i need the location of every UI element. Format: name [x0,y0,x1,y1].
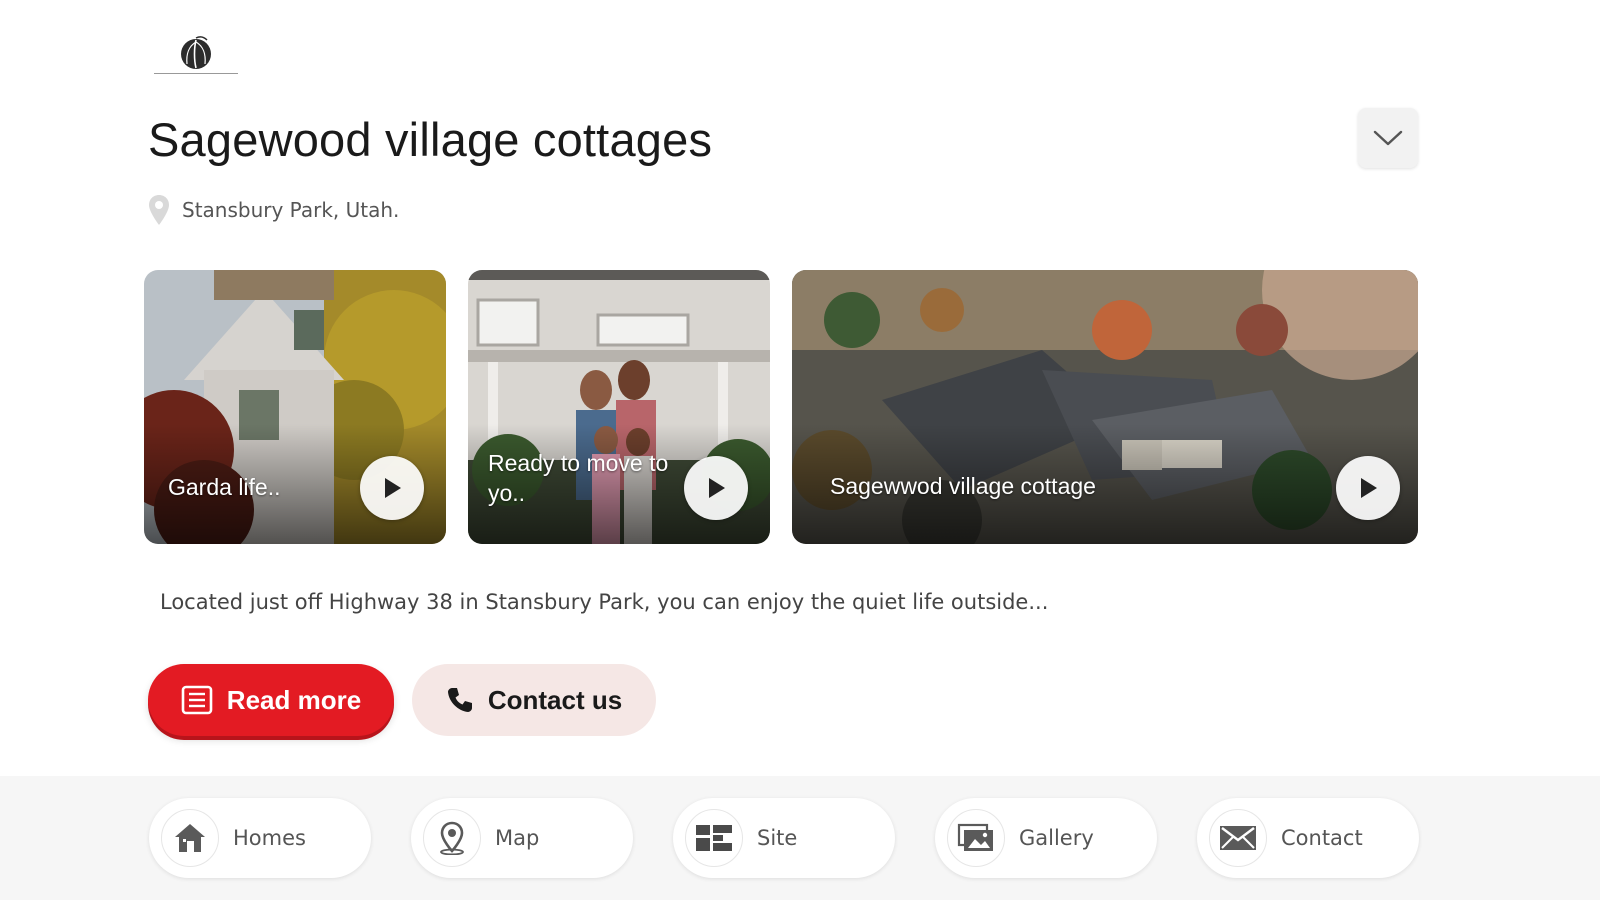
map-pin-icon [149,195,169,225]
chevron-down-icon [1373,130,1403,146]
play-icon [385,478,401,498]
location-label: Stansbury Park, Utah. [182,198,400,222]
document-icon [181,685,213,715]
description-text: Located just off Highway 38 in Stansbury… [160,590,1049,614]
home-icon [175,824,205,852]
nav-item-map[interactable]: Map [411,798,633,878]
nav-label: Gallery [1019,826,1094,850]
read-more-label: Read more [226,684,362,715]
play-button[interactable] [360,456,424,520]
video-caption: Garda life.. [168,474,281,500]
contact-us-label: Contact us [487,684,623,715]
nav-item-homes[interactable]: Homes [149,798,371,878]
gallery-icon [957,823,993,851]
read-more-button[interactable]: Read more [148,664,394,736]
video-carousel: Garda life.. Ready to move to yo.. Sagew… [144,270,1418,544]
collapse-button[interactable] [1358,108,1418,168]
video-card[interactable]: Ready to move to yo.. [468,270,770,544]
nav-label: Site [757,826,798,850]
play-button[interactable] [684,456,748,520]
nav-label: Map [495,826,540,850]
video-caption: Ready to move to yo.. [488,450,669,506]
location: Stansbury Park, Utah. [148,194,399,226]
nav-item-site[interactable]: Site [673,798,895,878]
palm-leaf-logo-icon [181,36,211,69]
brand-logo [152,34,240,92]
play-icon [1361,478,1377,498]
nav-item-gallery[interactable]: Gallery [935,798,1157,878]
play-icon [709,478,725,498]
video-card[interactable]: Garda life.. [144,270,446,544]
envelope-icon [1220,826,1256,850]
nav-item-contact[interactable]: Contact [1197,798,1419,878]
phone-icon [446,686,474,714]
video-card[interactable]: Sagewwod village cottage [792,270,1418,544]
video-caption: Sagewwod village cottage [830,473,1096,499]
site-plan-icon [696,825,732,851]
logo-divider [154,73,238,74]
play-button[interactable] [1336,456,1400,520]
contact-us-button[interactable]: Contact us [412,664,656,736]
nav-label: Homes [233,826,306,850]
map-pin-icon [440,821,464,855]
page-title: Sagewood village cottages [148,113,713,166]
nav-label: Contact [1281,826,1363,850]
